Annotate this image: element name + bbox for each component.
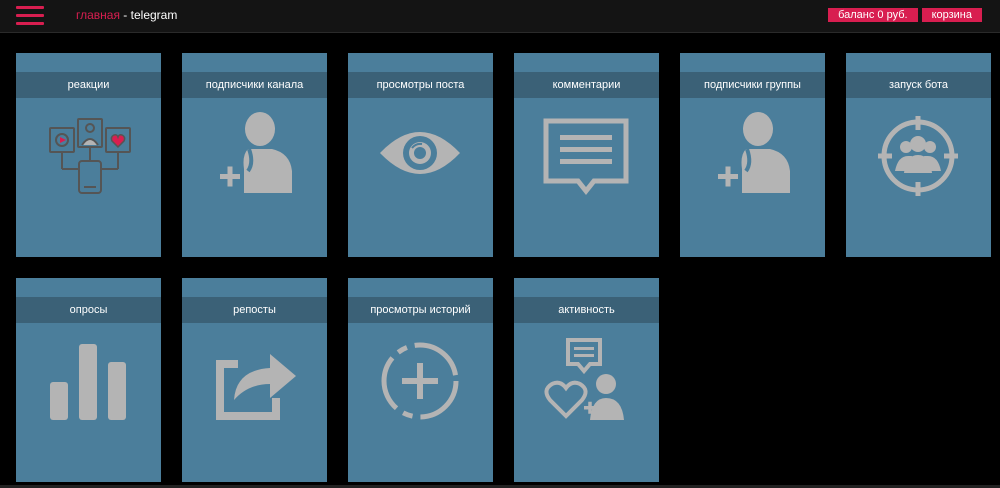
- reactions-icon: [38, 111, 138, 201]
- breadcrumb-separator: -: [119, 8, 131, 22]
- card-title: просмотры поста: [348, 72, 493, 98]
- breadcrumb-current: telegram: [130, 8, 178, 22]
- comment-icon: [536, 111, 636, 201]
- card-title: реакции: [16, 72, 161, 98]
- top-bar: главная - telegram баланс 0 руб. корзина: [0, 0, 1000, 33]
- share-icon: [204, 336, 304, 426]
- card-story-views[interactable]: просмотры историй: [348, 278, 493, 482]
- card-activity[interactable]: активность: [514, 278, 659, 482]
- card-title: комментарии: [514, 72, 659, 98]
- card-bot-launch[interactable]: запуск бота: [846, 53, 991, 257]
- card-group-subscribers[interactable]: подписчики группы: [680, 53, 825, 257]
- card-title: подписчики группы: [680, 72, 825, 98]
- hamburger-menu-icon[interactable]: [16, 6, 44, 26]
- card-title: активность: [514, 297, 659, 323]
- breadcrumb-home-link[interactable]: главная: [76, 8, 120, 22]
- card-comments[interactable]: комментарии: [514, 53, 659, 257]
- activity-icon: [536, 336, 636, 426]
- card-post-views[interactable]: просмотры поста: [348, 53, 493, 257]
- cart-button[interactable]: корзина: [921, 8, 982, 22]
- top-buttons: баланс 0 руб. корзина: [828, 8, 982, 22]
- card-title: подписчики канала: [182, 72, 327, 98]
- balance-button[interactable]: баланс 0 руб.: [828, 8, 918, 22]
- card-title: запуск бота: [846, 72, 991, 98]
- card-reposts[interactable]: репосты: [182, 278, 327, 482]
- eye-icon: [370, 111, 470, 201]
- story-plus-icon: [370, 336, 470, 426]
- breadcrumb: главная - telegram: [76, 8, 177, 22]
- card-title: репосты: [182, 297, 327, 323]
- card-title: опросы: [16, 297, 161, 323]
- card-polls[interactable]: опросы: [16, 278, 161, 482]
- card-reactions[interactable]: реакции: [16, 53, 161, 257]
- add-user-icon: [702, 111, 802, 201]
- card-channel-subscribers[interactable]: подписчики канала: [182, 53, 327, 257]
- add-user-icon: [204, 111, 304, 201]
- bar-chart-icon: [38, 336, 138, 426]
- target-users-icon: [868, 111, 968, 201]
- card-title: просмотры историй: [348, 297, 493, 323]
